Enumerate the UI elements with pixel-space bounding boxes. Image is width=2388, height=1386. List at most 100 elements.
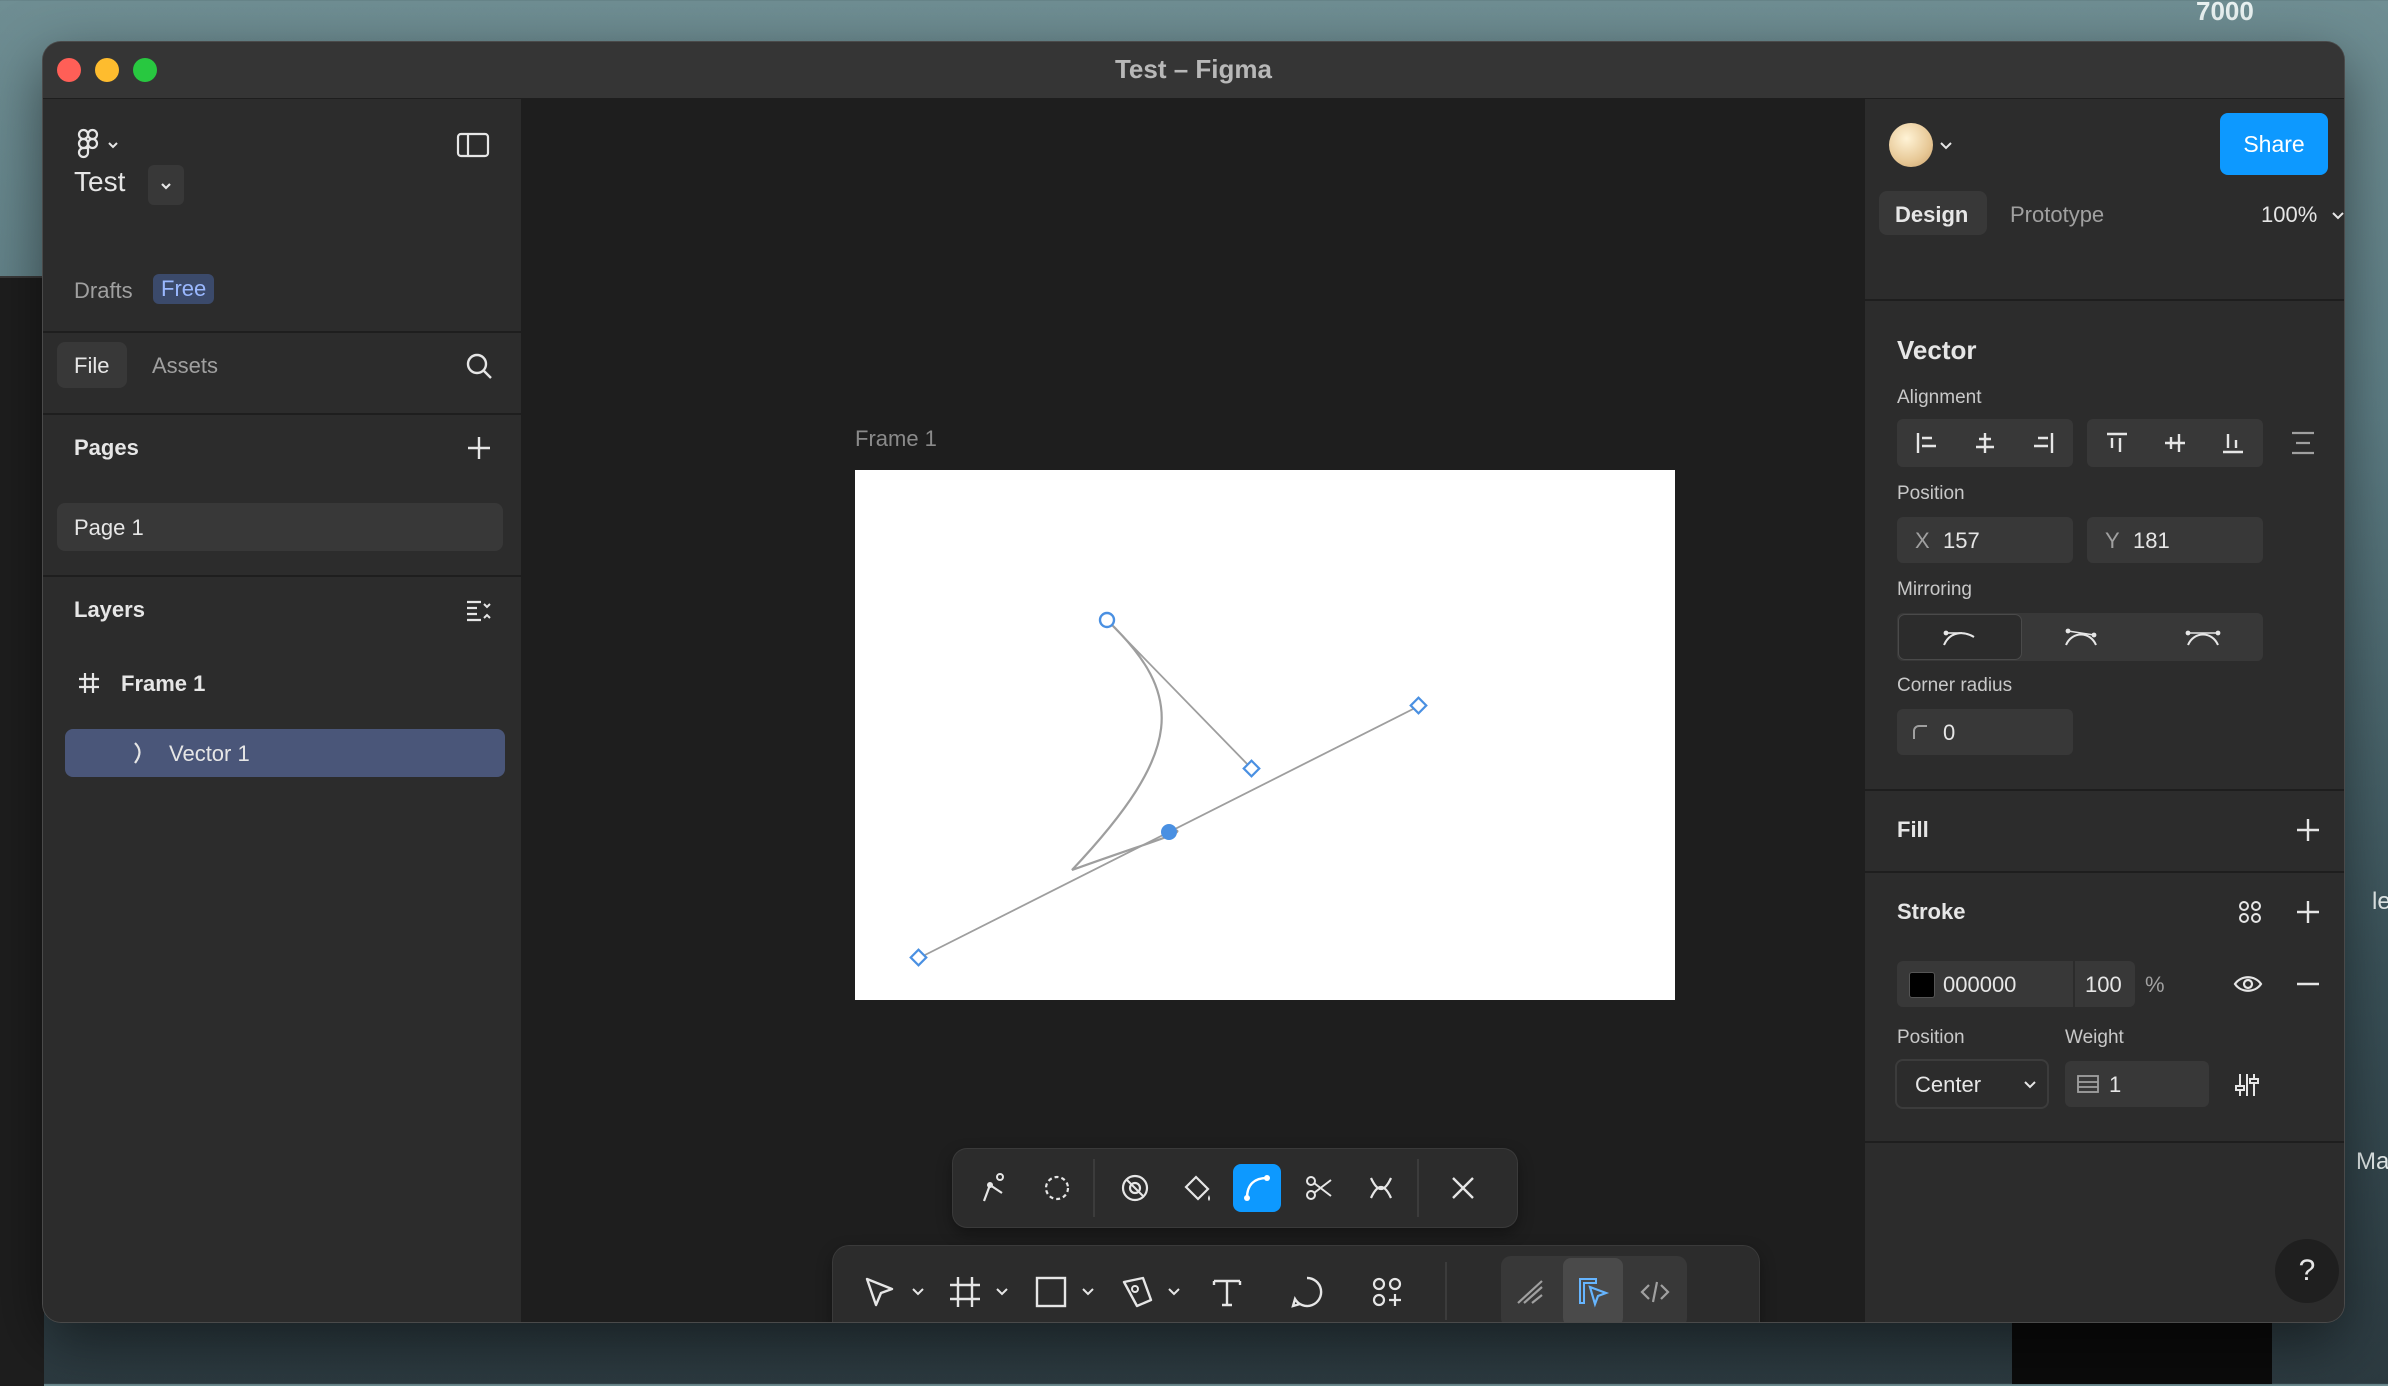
paint-bucket-icon[interactable] (1173, 1164, 1221, 1212)
vector-edit-toolbar (953, 1149, 1517, 1227)
zoom-level[interactable]: 100% (2261, 202, 2317, 228)
vector-point[interactable] (1098, 611, 1116, 629)
add-page-icon[interactable] (463, 432, 495, 464)
cut-icon[interactable] (1295, 1164, 1343, 1212)
figma-menu-button[interactable] (73, 125, 125, 165)
toggle-sidebar-icon[interactable] (453, 127, 493, 163)
draw-mode-icon[interactable] (1507, 1268, 1555, 1316)
advanced-stroke-icon[interactable] (2231, 1069, 2263, 1101)
corner-radius-value[interactable]: 0 (1943, 720, 1955, 746)
pages-header: Pages (74, 435, 139, 460)
shape-builder-icon[interactable] (1111, 1164, 1159, 1212)
lasso-icon[interactable] (1033, 1164, 1081, 1212)
left-sidebar: Test Drafts Free File Assets Pages Page … (43, 99, 523, 1322)
bezier-handle[interactable] (1409, 696, 1428, 715)
desktop-number: 7000 (2196, 0, 2254, 26)
distribute-icon[interactable] (2285, 425, 2321, 461)
chevron-down-icon[interactable] (1077, 1280, 1099, 1304)
project-title: Test (74, 166, 126, 197)
layer-item-frame[interactable]: Frame 1 (121, 671, 205, 697)
move-icon[interactable] (855, 1268, 903, 1316)
tab-file-label: File (74, 353, 110, 378)
assets-icon[interactable] (1363, 1268, 1411, 1316)
help-button[interactable]: ? (2275, 1239, 2339, 1303)
vector-edit-overlay[interactable] (855, 470, 1675, 1000)
frame-label[interactable]: Frame 1 (855, 426, 937, 452)
y-label: Y (2105, 528, 2120, 553)
text-icon[interactable] (1203, 1268, 1251, 1316)
design-mode-icon[interactable] (1569, 1268, 1617, 1316)
rectangle-icon[interactable] (1027, 1268, 1075, 1316)
mirror-angle-icon[interactable] (2051, 619, 2111, 655)
comment-icon[interactable] (1283, 1268, 1331, 1316)
add-fill-icon[interactable] (2293, 815, 2323, 845)
align-left-icon[interactable] (1901, 423, 1953, 463)
section-title: Vector (1897, 335, 1977, 365)
align-right-icon[interactable] (2017, 423, 2069, 463)
chevron-down-icon[interactable] (2021, 1077, 2039, 1093)
fill-header: Fill (1897, 817, 1929, 842)
right-sidebar: Share Design Prototype 100% Vector Align… (1863, 99, 2344, 1322)
dev-mode-icon[interactable] (1631, 1268, 1679, 1316)
plan-badge: Free (153, 274, 215, 304)
project-menu-button[interactable] (148, 165, 184, 205)
tab-prototype[interactable]: Prototype (2010, 202, 2104, 228)
close-icon[interactable] (1439, 1164, 1487, 1212)
layer-item-vector: Vector 1 (169, 741, 250, 766)
corner-radius-icon (1909, 721, 1931, 743)
chevron-down-icon[interactable] (907, 1280, 929, 1304)
bend-tool-icon[interactable] (971, 1164, 1019, 1212)
layers-header: Layers (74, 597, 145, 622)
mirroring-label: Mirroring (1897, 579, 1972, 600)
stroke-styles-icon[interactable] (2235, 897, 2265, 927)
stroke-header: Stroke (1897, 899, 1966, 924)
y-value[interactable]: 181 (2133, 528, 2170, 554)
no-mirroring-icon[interactable] (1929, 619, 1989, 655)
bezier-handle-line (1106, 619, 1253, 770)
bezier-handle[interactable] (909, 948, 928, 967)
eye-icon[interactable] (2231, 969, 2265, 999)
stroke-weight-value[interactable]: 1 (2109, 1072, 2121, 1098)
align-bottom-icon[interactable] (2207, 423, 2259, 463)
align-center-h-icon[interactable] (1959, 423, 2011, 463)
chevron-down-icon[interactable] (1163, 1280, 1185, 1304)
stroke-color-swatch[interactable] (1909, 972, 1935, 998)
alignment-label: Alignment (1897, 387, 1982, 408)
share-button[interactable]: Share (2220, 113, 2328, 175)
chevron-down-icon[interactable] (1937, 137, 1955, 155)
chevron-down-icon[interactable] (2329, 207, 2344, 225)
frame-hash-icon (76, 670, 102, 696)
remove-stroke-icon[interactable] (2293, 969, 2323, 999)
project-location[interactable]: Drafts (74, 278, 133, 304)
desktop-edge-text: le (2372, 888, 2388, 915)
percent-sign: % (2145, 972, 2165, 997)
frame-artboard[interactable] (855, 470, 1675, 1000)
collapse-layers-icon[interactable] (463, 595, 495, 627)
avatar[interactable] (1889, 123, 1933, 167)
x-value[interactable]: 157 (1943, 528, 1980, 554)
vector-point-selected[interactable] (1161, 824, 1177, 840)
stroke-weight-label: Weight (2065, 1027, 2124, 1048)
mirror-angle-length-icon[interactable] (2173, 619, 2233, 655)
stroke-position-value: Center (1915, 1072, 1982, 1097)
align-top-icon[interactable] (2091, 423, 2143, 463)
stroke-color-hex[interactable]: 000000 (1943, 972, 2016, 998)
canvas[interactable]: Frame 1 (523, 99, 1863, 1322)
background-window (2012, 1320, 2272, 1384)
shape-path-icon[interactable] (1357, 1164, 1405, 1212)
main-toolbar (833, 1246, 1759, 1322)
corner-radius-label: Corner radius (1897, 675, 2013, 696)
tab-assets[interactable]: Assets (152, 353, 218, 379)
bend-path-icon[interactable] (1233, 1164, 1281, 1212)
tab-design-label: Design (1895, 202, 1969, 227)
background-window (0, 276, 44, 1386)
frame-icon[interactable] (941, 1268, 989, 1316)
search-icon[interactable] (463, 350, 495, 382)
figma-window: Test – Figma Test Drafts Free File Asset… (43, 42, 2344, 1322)
chevron-down-icon[interactable] (991, 1280, 1013, 1304)
pen-icon[interactable] (1113, 1268, 1161, 1316)
page-item-label: Page 1 (74, 515, 144, 540)
add-stroke-icon[interactable] (2293, 897, 2323, 927)
align-middle-icon[interactable] (2149, 423, 2201, 463)
stroke-opacity[interactable]: 100 (2085, 972, 2122, 998)
